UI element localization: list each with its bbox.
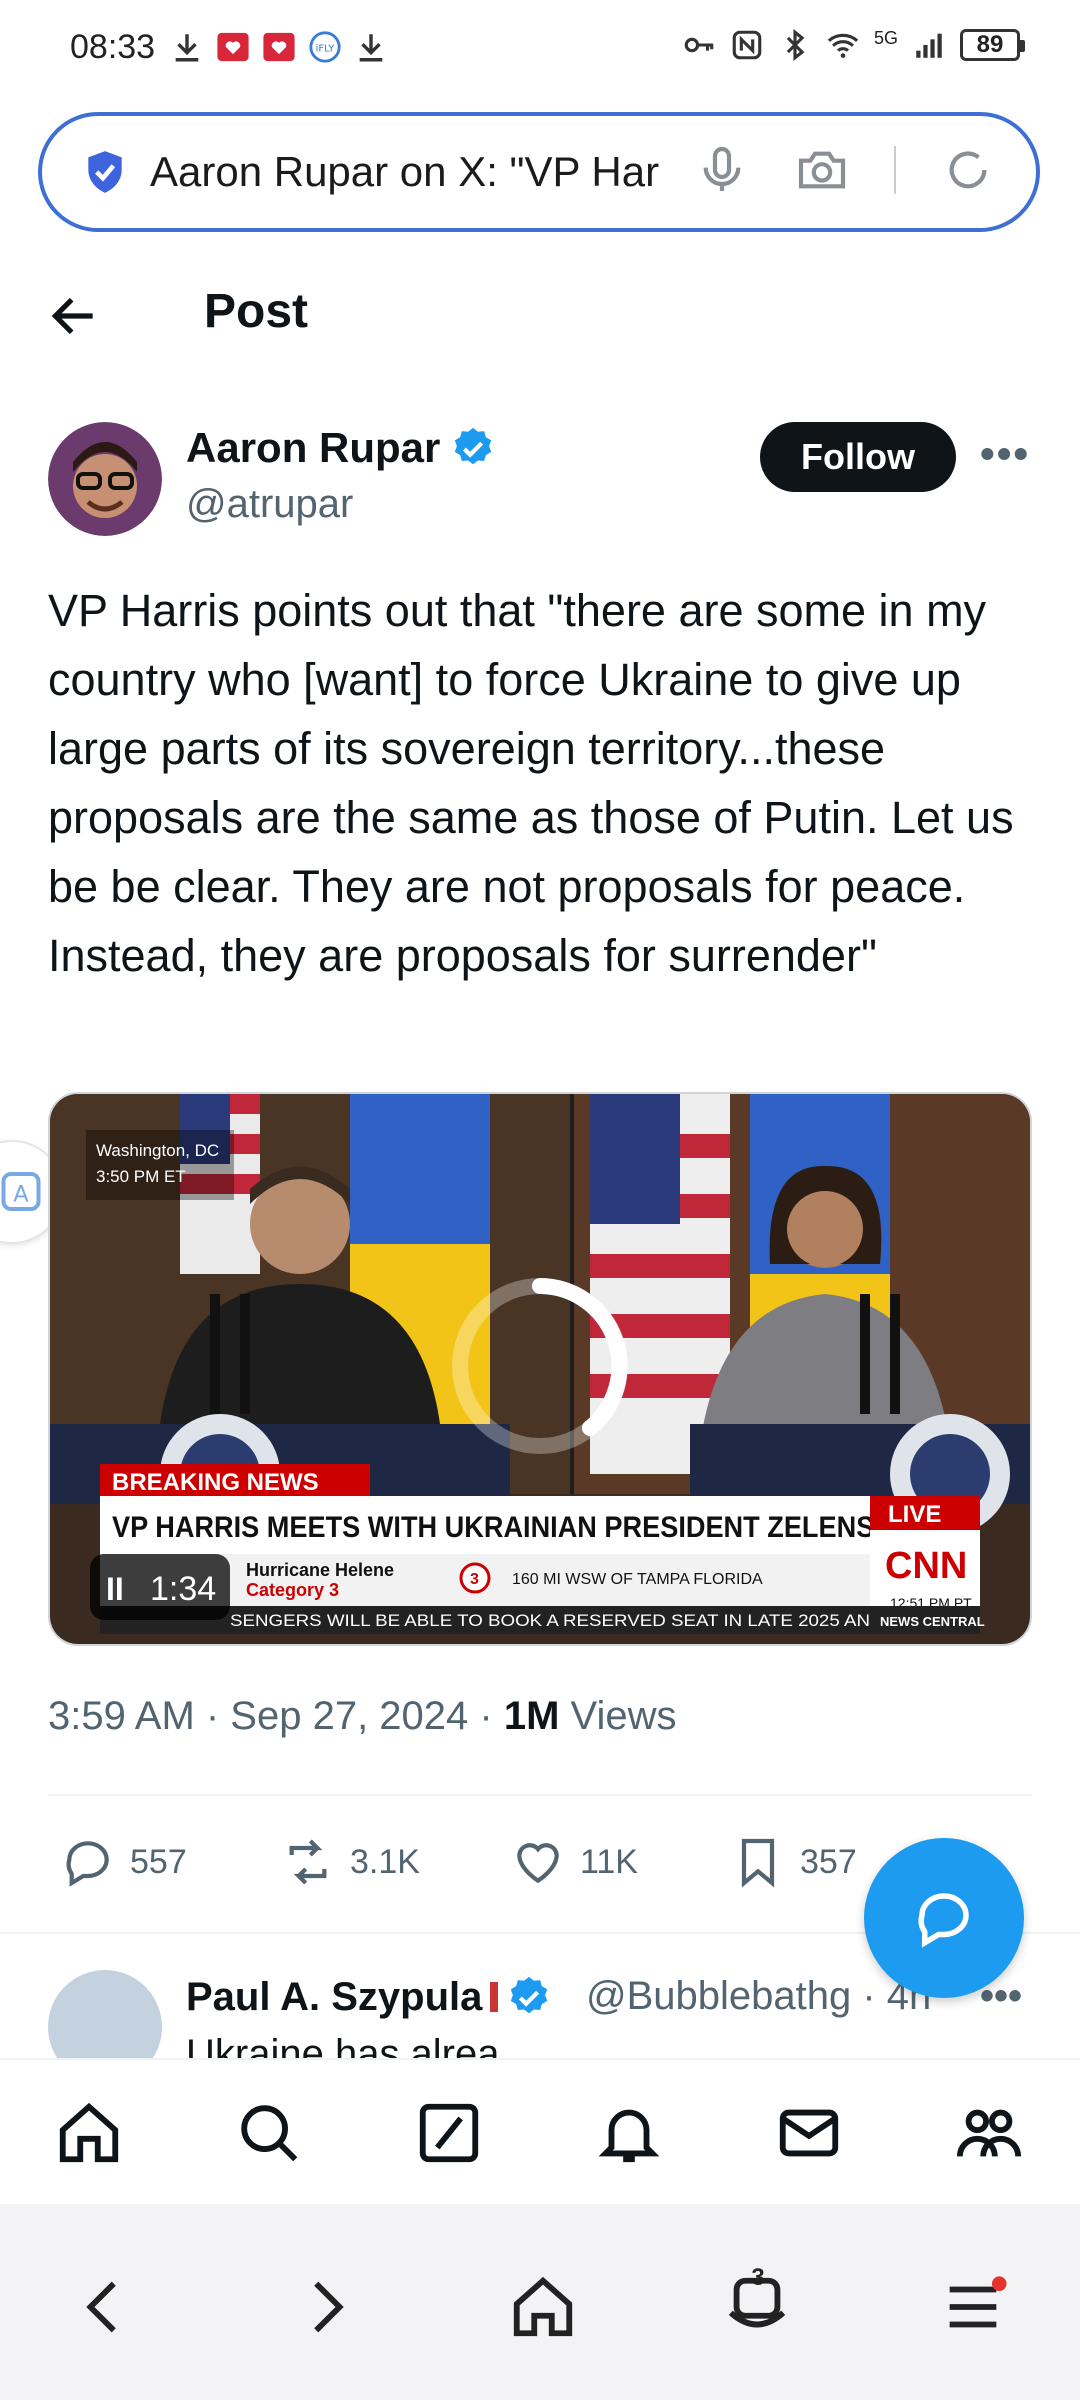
- verified-badge-icon: [455, 427, 492, 465]
- follow-button[interactable]: Follow: [760, 422, 956, 492]
- compose-button[interactable]: [864, 1838, 1024, 1998]
- avatar[interactable]: [48, 422, 162, 536]
- status-bar: 08:33 iFLY 5G 89: [0, 0, 1080, 100]
- reply-icon: [66, 1841, 109, 1887]
- microphone-icon[interactable]: [694, 142, 750, 198]
- bookmark-button[interactable]: 357: [730, 1834, 857, 1890]
- camera-icon[interactable]: [794, 142, 850, 198]
- download-icon: [359, 34, 383, 62]
- post-text: VP Harris points out that "there are som…: [48, 585, 1014, 981]
- status-time: 08:33: [70, 28, 156, 66]
- post-meta: 3:59 AM · Sep 27, 2024 · 1M Views: [48, 1694, 677, 1739]
- reply-author-name-text: Paul A. Szypula: [186, 1974, 483, 2019]
- reply-author-name[interactable]: Paul A. Szypula: [186, 1974, 552, 2020]
- home-icon[interactable]: [54, 2098, 124, 2168]
- divider: [48, 1794, 1032, 1796]
- post-timestamp: 3:59 AM · Sep 27, 2024 ·: [48, 1694, 504, 1738]
- browser-home-icon[interactable]: [508, 2272, 578, 2342]
- network-type: 5G: [873, 28, 898, 48]
- author-name-text: Aaron Rupar: [186, 424, 441, 471]
- address-bar[interactable]: Aaron Rupar on X: "VP Har: [38, 112, 1040, 232]
- browser-bottom-nav: [0, 2204, 1080, 2400]
- battery-indicator: 89: [960, 29, 1025, 61]
- compose-reply-icon: [918, 1893, 969, 1948]
- grok-icon[interactable]: [414, 2098, 484, 2168]
- video-frame[interactable]: Washington, DC 3:50 PM ET BREAKING NEWS …: [50, 1094, 1032, 1646]
- back-arrow-icon[interactable]: [46, 288, 102, 344]
- search-icon[interactable]: [234, 2098, 304, 2168]
- tab-count: 3: [751, 2264, 765, 2291]
- storm-number: 3: [470, 1571, 479, 1588]
- browser-back-icon[interactable]: [70, 2272, 140, 2342]
- repost-button[interactable]: 3.1K: [280, 1834, 420, 1890]
- storm-category: Category 3: [246, 1580, 339, 1600]
- repost-count: 3.1K: [350, 1842, 420, 1881]
- wifi-icon: [827, 33, 859, 58]
- more-options-button[interactable]: •••: [980, 430, 1030, 478]
- app-notification-icon: [263, 32, 295, 62]
- address-text[interactable]: Aaron Rupar on X: "VP Har: [150, 148, 690, 196]
- views-label: Views: [559, 1694, 677, 1738]
- local-time: 3:50 PM ET: [96, 1167, 186, 1186]
- pause-icon[interactable]: II: [106, 1571, 124, 1607]
- reply-button[interactable]: 557: [60, 1834, 187, 1890]
- bookmark-icon: [741, 1838, 775, 1888]
- bookmark-count: 357: [800, 1842, 857, 1881]
- ticker-tag: NEWS CENTRAL: [880, 1614, 985, 1629]
- reply-count: 557: [130, 1842, 187, 1881]
- author-handle[interactable]: @atrupar: [186, 482, 353, 527]
- repost-icon: [289, 1839, 327, 1885]
- page-title: Post: [204, 285, 309, 338]
- status-notification-icons: iFLY: [170, 30, 388, 64]
- storm-name: Hurricane Helene: [246, 1560, 394, 1580]
- reply-text: Ukraine has alrea: [186, 2032, 500, 2058]
- headline: VP HARRIS MEETS WITH UKRAINIAN PRESIDENT…: [112, 1511, 912, 1544]
- location-label: Washington, DC: [96, 1141, 219, 1160]
- heart-icon: [517, 1843, 559, 1884]
- svg-text:iFLY: iFLY: [316, 43, 336, 54]
- like-button[interactable]: 11K: [510, 1834, 638, 1890]
- app-bottom-nav: [0, 2058, 1080, 2204]
- views-count: 1M: [503, 1694, 560, 1738]
- browser-forward-icon[interactable]: [290, 2272, 360, 2342]
- news-ticker: SENGERS WILL BE ABLE TO BOOK A RESERVED …: [230, 1611, 870, 1630]
- like-count: 11K: [580, 1842, 638, 1881]
- storm-position: 160 MI WSW OF TAMPA FLORIDA: [512, 1571, 763, 1588]
- download-icon: [175, 34, 199, 62]
- app-notification-icon: [217, 32, 249, 62]
- page-header: Post: [0, 260, 1080, 370]
- messages-icon[interactable]: [774, 2098, 844, 2168]
- menu-icon[interactable]: [938, 2272, 1008, 2342]
- flag-emoji-icon: [490, 1982, 499, 2012]
- battery-level: 89: [976, 31, 1004, 58]
- svg-text:A: A: [13, 1182, 29, 1208]
- shield-check-icon: [88, 151, 122, 193]
- cnn-logo: CNN: [885, 1545, 967, 1587]
- bluetooth-icon: [786, 29, 805, 61]
- notifications-icon[interactable]: [594, 2098, 664, 2168]
- nfc-icon: [732, 30, 762, 60]
- app-notification-icon: iFLY: [309, 31, 341, 63]
- reload-icon[interactable]: [940, 142, 996, 198]
- breaking-news-label: BREAKING NEWS: [112, 1469, 319, 1496]
- playback-time: 1:34: [150, 1570, 216, 1608]
- key-icon: [684, 37, 714, 53]
- status-system-icons: 5G 89: [682, 28, 1025, 62]
- author-name[interactable]: Aaron Rupar: [186, 424, 496, 472]
- communities-icon[interactable]: [954, 2098, 1024, 2168]
- address-bar-divider: [894, 146, 896, 194]
- verified-badge-icon: [511, 1976, 548, 2014]
- video-player[interactable]: Washington, DC 3:50 PM ET BREAKING NEWS …: [48, 1092, 1032, 1646]
- signal-icon: [916, 33, 942, 58]
- live-badge: LIVE: [888, 1501, 941, 1528]
